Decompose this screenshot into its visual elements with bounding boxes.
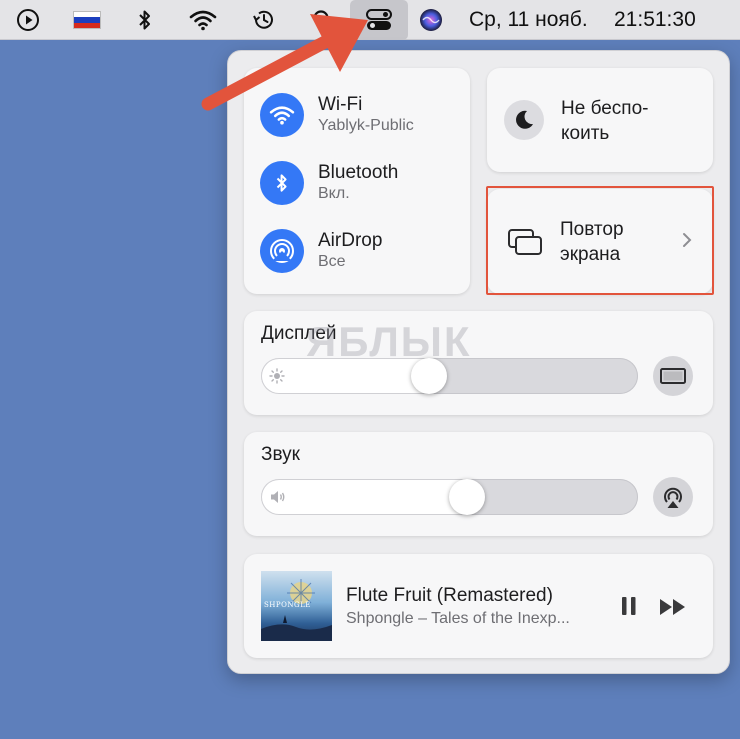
airdrop-toggle[interactable]: AirDrop Все: [260, 226, 382, 276]
annotation-arrow-icon: [201, 14, 368, 111]
sound-label: Звук: [261, 444, 300, 465]
volume-slider-knob[interactable]: [448, 479, 485, 515]
menubar-date[interactable]: Ср, 11 нояб.: [469, 7, 588, 33]
airplay-audio-icon[interactable]: [653, 477, 693, 517]
pause-icon: [622, 597, 636, 615]
next-track-button[interactable]: [658, 597, 688, 622]
display-card: Дисплей: [244, 311, 713, 415]
display-settings-icon[interactable]: [653, 356, 693, 396]
do-not-disturb-card[interactable]: Не беспо- коить: [487, 68, 713, 172]
menubar-time[interactable]: 21:51:30: [614, 7, 696, 33]
siri-icon[interactable]: [417, 6, 445, 34]
airdrop-icon[interactable]: [260, 229, 304, 273]
track-artist: Shpongle – Tales of the Inexp...: [346, 610, 570, 627]
screen-mirroring-highlight: [486, 186, 714, 295]
bluetooth-title: Bluetooth: [318, 162, 399, 183]
track-title: Flute Fruit (Remastered): [346, 585, 553, 606]
now-playing-card[interactable]: SHPONGLE Flute Fruit (Remastered) Shpong…: [244, 554, 713, 658]
pause-button[interactable]: [620, 595, 638, 622]
flag-russia-icon[interactable]: [73, 6, 101, 34]
sun-icon: [269, 368, 285, 389]
bluetooth-icon[interactable]: [260, 161, 304, 205]
album-art[interactable]: SHPONGLE: [261, 571, 332, 641]
volume-slider[interactable]: [261, 479, 638, 515]
sound-card: Звук: [244, 432, 713, 536]
dnd-label-line1: Не беспо-: [561, 98, 649, 119]
album-art-text: SHPONGLE: [264, 601, 311, 609]
brightness-slider-knob[interactable]: [411, 358, 448, 394]
airdrop-title: AirDrop: [318, 230, 383, 251]
airdrop-status: Все: [318, 253, 346, 270]
fast-forward-icon: [660, 599, 685, 615]
bluetooth-icon[interactable]: [131, 6, 159, 34]
brightness-slider[interactable]: [261, 358, 638, 394]
control-center-panel: Wi-Fi Yablyk-Public Bluetooth Вкл. AirDr…: [227, 50, 730, 674]
display-label: Дисплей: [261, 323, 337, 344]
bluetooth-status: Вкл.: [318, 185, 350, 202]
dnd-label-line2: коить: [561, 123, 610, 144]
moon-icon: [504, 100, 544, 140]
speaker-icon: [269, 489, 287, 510]
bluetooth-toggle[interactable]: Bluetooth Вкл.: [260, 158, 398, 208]
play-circle-icon[interactable]: [14, 6, 42, 34]
